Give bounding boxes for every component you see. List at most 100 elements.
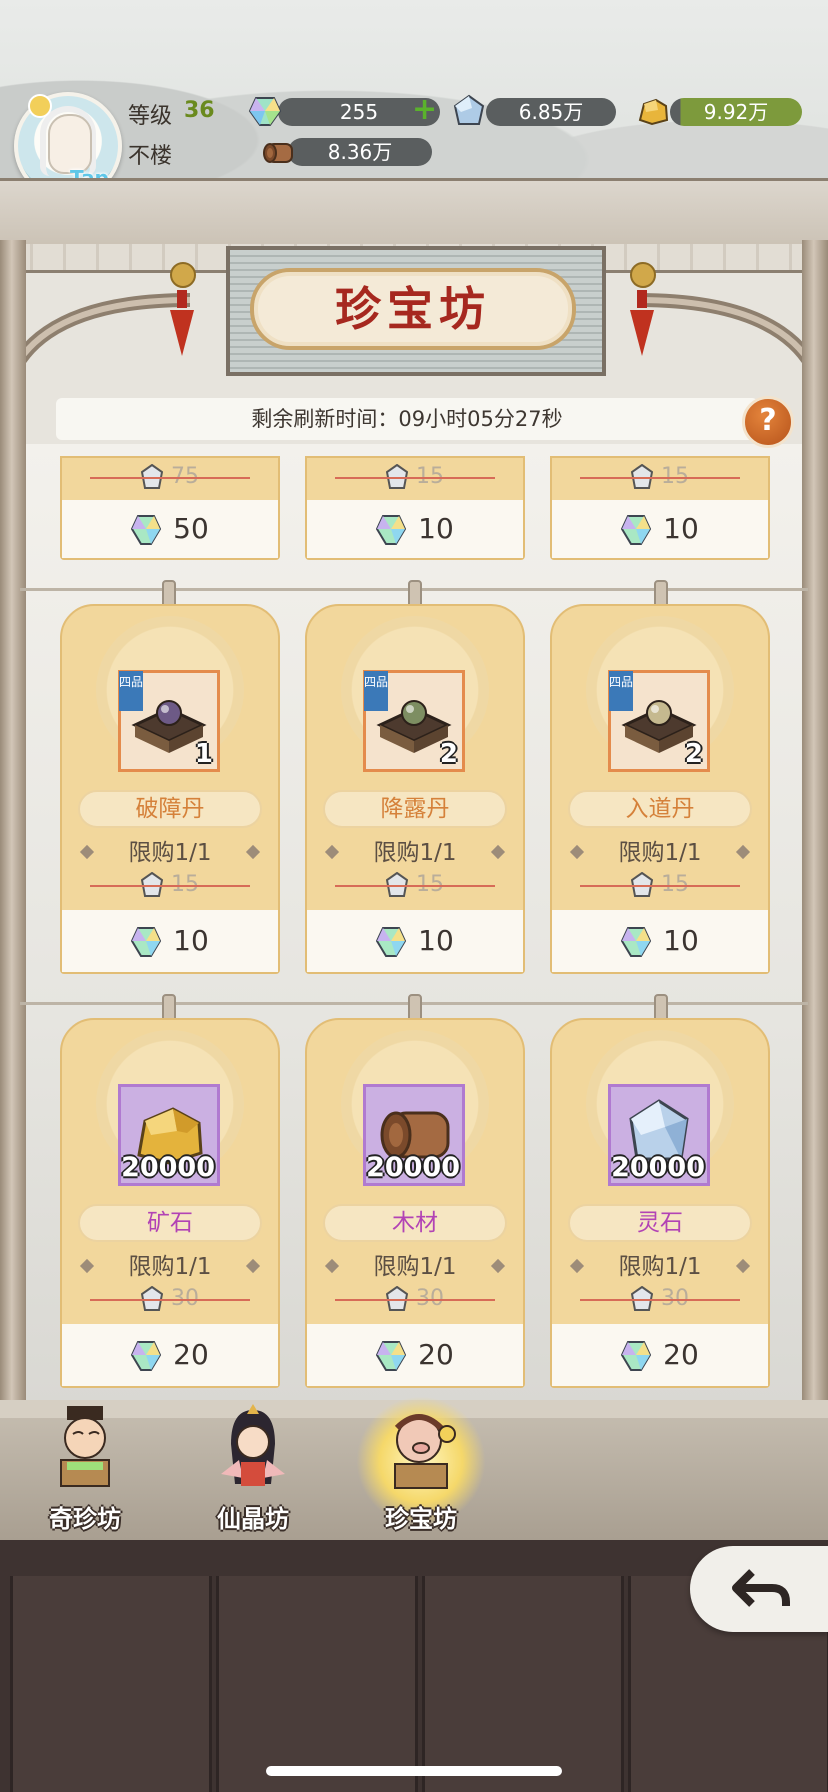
realm-label: 不楼 — [128, 144, 173, 169]
buy-price-button[interactable]: 20 — [62, 1324, 278, 1386]
purchase-limit: 限购1/1 — [552, 838, 768, 868]
original-price: 30 — [307, 1286, 523, 1312]
currency-wood-pill: 8.36万 — [288, 138, 432, 166]
shop-item-card[interactable]: 20000 木材 限购1/1 30 20 — [305, 1018, 525, 1388]
shop-item-card[interactable]: 15 10 — [550, 456, 770, 560]
item-icon-box: 四品 2 — [608, 670, 710, 772]
shop-item-card[interactable]: 四品 2 降露丹 限购1/1 15 10 — [305, 604, 525, 974]
item-name: 矿石 — [78, 1204, 262, 1242]
original-price: 15 — [307, 872, 523, 898]
item-name: 木材 — [323, 1204, 507, 1242]
tab-zhenbaofang[interactable]: 珍宝坊 — [346, 1396, 496, 1544]
original-price: 15 — [307, 464, 523, 490]
buy-price-button[interactable]: 10 — [307, 910, 523, 972]
jade-gem-icon — [376, 1341, 407, 1371]
sun-icon — [28, 94, 52, 118]
shop-item-card[interactable]: 15 10 — [305, 456, 525, 560]
avatar-face — [48, 114, 92, 174]
item-name: 入道丹 — [568, 790, 752, 828]
back-arrow-icon — [732, 1569, 790, 1607]
spirit-stone-icon — [453, 94, 485, 125]
item-icon-box: 20000 — [118, 1084, 220, 1186]
item-quantity: 20000 — [121, 1152, 215, 1183]
purchase-limit: 限购1/1 — [62, 838, 278, 868]
jade-gem-icon — [131, 1341, 162, 1371]
roof-beam — [0, 178, 828, 253]
jade-gem-icon — [621, 927, 652, 957]
fairy-character-icon — [221, 1404, 285, 1486]
currency-ore-pill: 9.92万 — [670, 98, 802, 126]
shop-item-card[interactable]: 20000 灵石 限购1/1 30 20 — [550, 1018, 770, 1388]
buy-price-button[interactable]: 10 — [307, 500, 523, 558]
left-pillar — [0, 240, 26, 1400]
tab-label: 奇珍坊 — [49, 1505, 121, 1533]
item-quantity: 2 — [439, 739, 458, 769]
shop-item-card[interactable]: 75 50 — [60, 456, 280, 560]
jade-gem-icon — [376, 927, 407, 957]
buy-price-button[interactable]: 10 — [552, 910, 768, 972]
refresh-label: 剩余刷新时间： — [251, 407, 399, 431]
buy-price-button[interactable]: 20 — [552, 1324, 768, 1386]
level-value: 36 — [184, 98, 215, 123]
jade-gem-icon — [376, 515, 407, 545]
item-quantity: 2 — [684, 739, 703, 769]
jade-gem-icon — [248, 97, 282, 126]
jade-gem-icon — [621, 515, 652, 545]
currency-stone-value: 6.85万 — [518, 100, 584, 124]
tab-label: 珍宝坊 — [385, 1505, 457, 1533]
refresh-timer: 剩余刷新时间：09小时05分27秒 — [56, 398, 758, 440]
grade-tag: 四品 — [364, 671, 388, 711]
tab-xianjingfang[interactable]: 仙晶坊 — [178, 1404, 328, 1544]
shop-item-card[interactable]: 20000 矿石 限购1/1 30 20 — [60, 1018, 280, 1388]
item-quantity: 1 — [194, 739, 213, 769]
pig-merchant-character-icon — [394, 1414, 456, 1489]
currency-ore-value: 9.92万 — [703, 100, 769, 124]
shop-item-card[interactable]: 四品 1 破障丹 限购1/1 15 10 — [60, 604, 280, 974]
item-icon-box: 四品 1 — [118, 670, 220, 772]
right-tassel-icon — [630, 262, 656, 362]
wood-log-icon — [263, 143, 293, 163]
item-quantity: 20000 — [611, 1152, 705, 1183]
left-tassel-icon — [170, 262, 196, 362]
item-icon-box: 四品 2 — [363, 670, 465, 772]
buy-price-button[interactable]: 50 — [62, 500, 278, 558]
purchase-limit: 限购1/1 — [307, 838, 523, 868]
original-price: 75 — [62, 464, 278, 490]
grade-tag: 四品 — [119, 671, 143, 711]
item-quantity: 20000 — [366, 1152, 460, 1183]
item-icon-box: 20000 — [363, 1084, 465, 1186]
buy-price-button[interactable]: 10 — [62, 910, 278, 972]
currency-jade-value: 255 — [339, 100, 379, 124]
purchase-limit: 限购1/1 — [62, 1252, 278, 1282]
buy-price-button[interactable]: 20 — [307, 1324, 523, 1386]
shop-item-card[interactable]: 四品 2 入道丹 限购1/1 15 10 — [550, 604, 770, 974]
item-name: 灵石 — [568, 1204, 752, 1242]
add-jade-button[interactable]: + — [412, 95, 437, 125]
refresh-time: 09小时05分27秒 — [398, 407, 563, 431]
jade-gem-icon — [131, 515, 162, 545]
back-button[interactable] — [690, 1546, 828, 1632]
grade-tag: 四品 — [609, 671, 633, 711]
jade-gem-icon — [131, 927, 162, 957]
original-price: 15 — [552, 464, 768, 490]
currency-wood-value: 8.36万 — [327, 140, 393, 164]
original-price: 30 — [552, 1286, 768, 1312]
purchase-limit: 限购1/1 — [307, 1252, 523, 1282]
merchant-character-icon — [60, 1406, 110, 1487]
purchase-limit: 限购1/1 — [552, 1252, 768, 1282]
item-name: 降露丹 — [323, 790, 507, 828]
original-price: 30 — [62, 1286, 278, 1312]
buy-price-button[interactable]: 10 — [552, 500, 768, 558]
currency-stone-pill: 6.85万 — [486, 98, 616, 126]
right-pillar — [802, 240, 828, 1400]
tab-qizhenfang[interactable]: 奇珍坊 — [10, 1404, 160, 1544]
level-label: 等级 — [128, 104, 173, 129]
item-icon-box: 20000 — [608, 1084, 710, 1186]
tab-label: 仙晶坊 — [217, 1505, 289, 1533]
jade-gem-icon — [621, 1341, 652, 1371]
original-price: 15 — [552, 872, 768, 898]
shop-title: 珍宝坊 — [250, 268, 576, 350]
item-name: 破障丹 — [78, 790, 262, 828]
help-button[interactable]: ? — [742, 396, 794, 448]
home-indicator[interactable] — [266, 1766, 562, 1776]
